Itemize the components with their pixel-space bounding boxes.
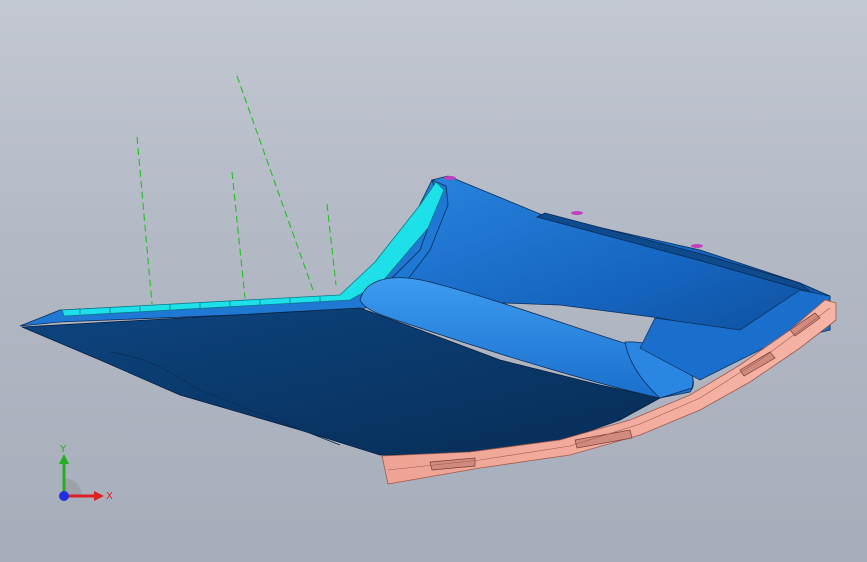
mount-tab: [444, 176, 456, 180]
roof-liner-model[interactable]: [19, 175, 837, 485]
3d-viewport[interactable]: [0, 0, 867, 562]
z-axis-dot: [59, 491, 69, 501]
x-axis-head: [94, 491, 104, 501]
construction-lines: [136, 75, 337, 305]
mount-tab: [571, 211, 583, 215]
coordinate-triad[interactable]: Y X: [48, 438, 118, 508]
construction-line: [231, 171, 246, 299]
mount-tab: [691, 244, 703, 248]
construction-line: [136, 136, 153, 305]
y-axis-head: [59, 454, 69, 464]
construction-line: [236, 75, 314, 291]
x-axis-label: X: [106, 491, 113, 502]
y-axis-label: Y: [59, 444, 67, 455]
construction-line: [326, 203, 337, 286]
